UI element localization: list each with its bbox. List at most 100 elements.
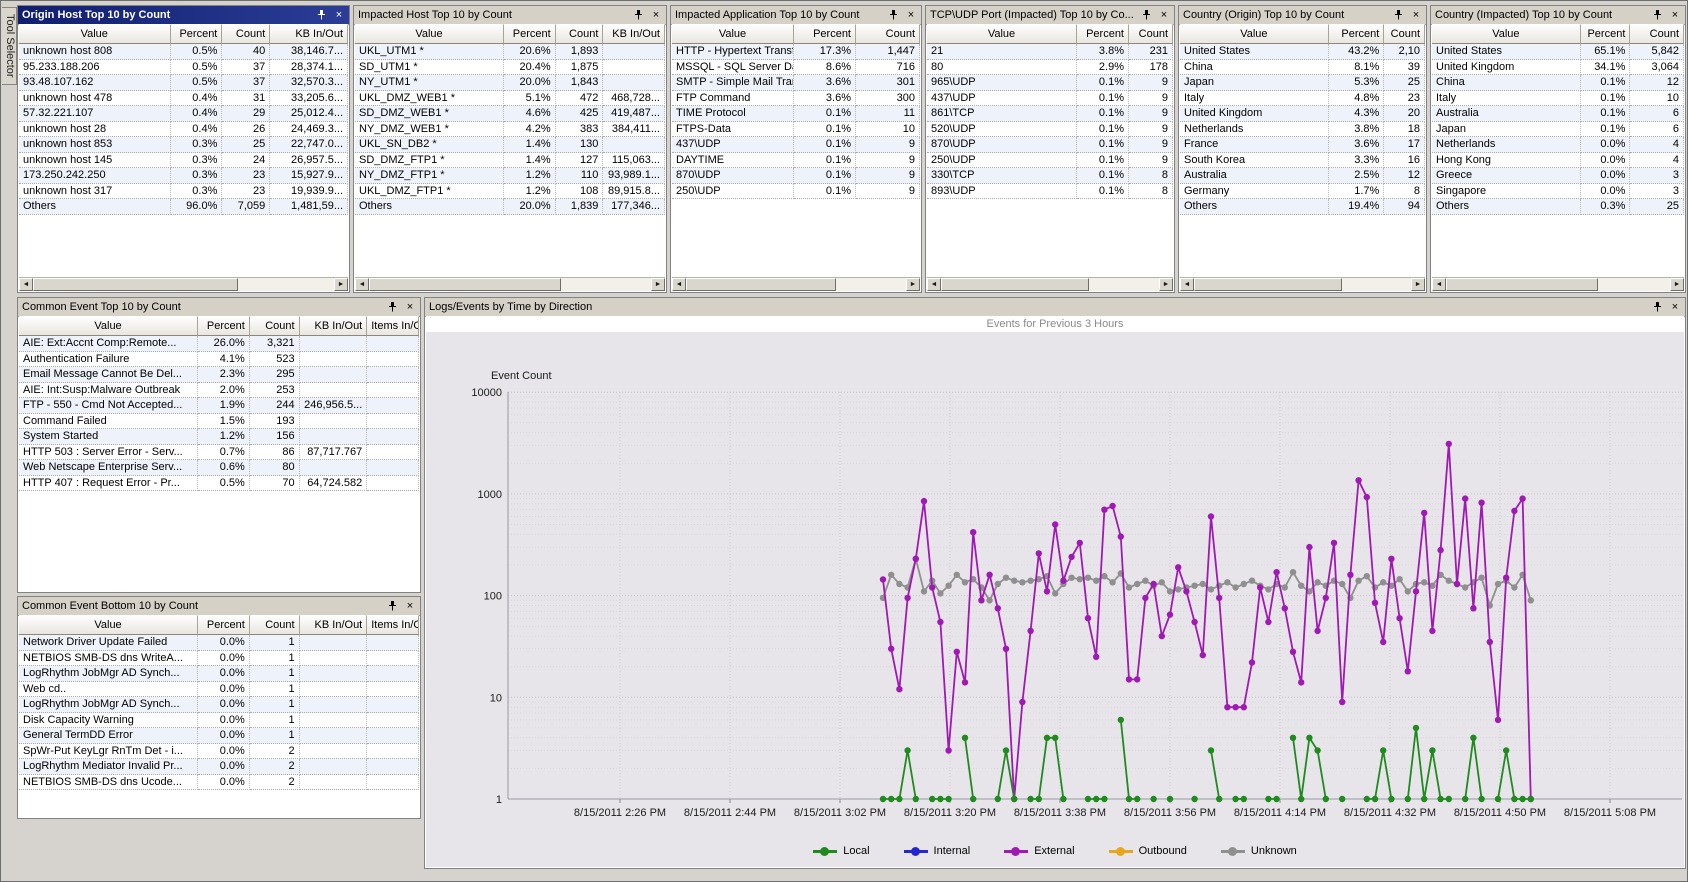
table-row[interactable]: Australia2.5%12 [1180, 168, 1425, 184]
table-row[interactable]: 437\UDP0.1%9 [672, 137, 920, 153]
table-row[interactable]: General TermDD Error0.0%1 [19, 728, 419, 744]
table-row[interactable]: NY_UTM1 *20.0%1,843 [355, 75, 665, 91]
legend-item-unknown[interactable]: Unknown [1221, 845, 1297, 857]
column-header[interactable]: Count [556, 24, 604, 44]
table-row[interactable]: Italy4.8%23 [1180, 91, 1425, 107]
close-icon[interactable]: × [1669, 9, 1681, 21]
horizontal-scrollbar[interactable]: ◄► [1180, 277, 1425, 291]
table-row[interactable]: Italy0.1%10 [1432, 91, 1684, 107]
pin-icon[interactable] [632, 9, 644, 21]
pin-icon[interactable] [1392, 9, 1404, 21]
column-header[interactable]: Percent [1077, 24, 1129, 44]
table-row[interactable]: Others20.0%1,839177,346... [355, 199, 665, 215]
table-row[interactable]: China0.1%12 [1432, 75, 1684, 91]
legend-item-local[interactable]: Local [813, 845, 869, 857]
column-header[interactable]: Items In/Out [367, 316, 419, 336]
table-row[interactable]: 437\UDP0.1%9 [927, 91, 1173, 107]
table-row[interactable]: 173.250.242.2500.3%2315,927.9... [19, 168, 348, 184]
table-row[interactable]: 95.233.188.2060.5%3728,374.1... [19, 60, 348, 76]
table-row[interactable]: FTPS-Data0.1%10 [672, 122, 920, 138]
table-row[interactable]: Japan5.3%25 [1180, 75, 1425, 91]
scroll-right-arrow[interactable]: ► [1411, 278, 1425, 291]
scroll-left-arrow[interactable]: ◄ [19, 278, 33, 291]
scroll-left-arrow[interactable]: ◄ [1180, 278, 1194, 291]
scrollbar-thumb[interactable] [33, 278, 238, 291]
column-header[interactable]: Count [1384, 24, 1425, 44]
horizontal-scrollbar[interactable]: ◄► [927, 277, 1173, 291]
scrollbar-thumb[interactable] [1194, 278, 1342, 291]
table-row[interactable]: 93.48.107.1620.5%3732,570.3... [19, 75, 348, 91]
column-header[interactable]: Value [1432, 24, 1581, 44]
table-row[interactable]: SD_UTM1 *20.4%1,875 [355, 60, 665, 76]
table-row[interactable]: NY_DMZ_WEB1 *4.2%383384,411... [355, 122, 665, 138]
scroll-left-arrow[interactable]: ◄ [1432, 278, 1446, 291]
table-row[interactable]: unknown host 280.4%2624,469.3... [19, 122, 348, 138]
scroll-right-arrow[interactable]: ► [906, 278, 920, 291]
table-row[interactable]: 213.8%231 [927, 44, 1173, 60]
table-row[interactable]: LogRhythm JobMgr AD Synch...0.0%1 [19, 697, 419, 713]
horizontal-scrollbar[interactable]: ◄► [672, 277, 920, 291]
tool-selector-tab[interactable]: Tool Selector [2, 7, 17, 85]
scrollbar-thumb[interactable] [686, 278, 836, 291]
scroll-right-arrow[interactable]: ► [1159, 278, 1173, 291]
scrollbar-track[interactable] [686, 278, 906, 291]
table-row[interactable]: 870\UDP0.1%9 [927, 137, 1173, 153]
table-row[interactable]: unknown host 1450.3%2426,957.5... [19, 153, 348, 169]
table-row[interactable]: AIE: Int:Susp:Malware Outbreak2.0%253 [19, 383, 419, 399]
legend-item-internal[interactable]: Internal [904, 845, 971, 857]
table-row[interactable]: Germany1.7%8 [1180, 184, 1425, 200]
legend-item-external[interactable]: External [1004, 845, 1074, 857]
column-header[interactable]: Value [672, 24, 794, 44]
table-row[interactable]: Australia0.1%6 [1432, 106, 1684, 122]
table-row[interactable]: Command Failed1.5%193 [19, 414, 419, 430]
table-row[interactable]: Others19.4%94 [1180, 199, 1425, 215]
column-header[interactable]: KB In/Out [300, 615, 368, 635]
scroll-right-arrow[interactable]: ► [334, 278, 348, 291]
table-row[interactable]: Hong Kong0.0%4 [1432, 153, 1684, 169]
table-row[interactable]: DAYTIME0.1%9 [672, 153, 920, 169]
column-header[interactable]: Count [856, 24, 920, 44]
table-row[interactable]: 250\UDP0.1%9 [927, 153, 1173, 169]
column-header[interactable]: Count [250, 615, 300, 635]
close-icon[interactable]: × [1158, 9, 1170, 21]
column-header[interactable]: KB In/Out [270, 24, 348, 44]
panel-titlebar[interactable]: Common Event Bottom 10 by Count× [18, 597, 420, 616]
panel-titlebar[interactable]: Country (Origin) Top 10 by Count× [1179, 6, 1426, 25]
table-row[interactable]: unknown host 3170.3%2319,939.9... [19, 184, 348, 200]
pin-icon[interactable] [386, 301, 398, 313]
column-header[interactable]: Count [1630, 24, 1684, 44]
column-header[interactable]: Count [250, 316, 300, 336]
table-row[interactable]: Japan0.1%6 [1432, 122, 1684, 138]
table-row[interactable]: 870\UDP0.1%9 [672, 168, 920, 184]
table-row[interactable]: 330\TCP0.1%8 [927, 168, 1173, 184]
table-row[interactable]: AIE: Ext:Accnt Comp:Remote...26.0%3,321 [19, 336, 419, 352]
panel-titlebar[interactable]: Origin Host Top 10 by Count× [18, 6, 349, 25]
close-icon[interactable]: × [404, 600, 416, 612]
close-icon[interactable]: × [404, 301, 416, 313]
table-row[interactable]: HTTP 407 : Request Error - Pr...0.5%7064… [19, 476, 419, 492]
table-row[interactable]: Authentication Failure4.1%523 [19, 352, 419, 368]
table-row[interactable]: SpWr-Put KeyLgr RnTm Det - i...0.0%2 [19, 744, 419, 760]
table-row[interactable]: Disk Capacity Warning0.0%1 [19, 713, 419, 729]
scroll-right-arrow[interactable]: ► [1670, 278, 1684, 291]
pin-icon[interactable] [386, 600, 398, 612]
close-icon[interactable]: × [650, 9, 662, 21]
table-row[interactable]: System Started1.2%156 [19, 429, 419, 445]
panel-titlebar[interactable]: TCP\UDP Port (Impacted) Top 10 by Co...× [926, 6, 1174, 25]
legend-item-outbound[interactable]: Outbound [1109, 845, 1187, 857]
table-row[interactable]: HTTP - Hypertext Transfer...17.3%1,447 [672, 44, 920, 60]
table-row[interactable]: United States43.2%2,10 [1180, 44, 1425, 60]
table-row[interactable]: 250\UDP0.1%9 [672, 184, 920, 200]
table-row[interactable]: China8.1%39 [1180, 60, 1425, 76]
scrollbar-thumb[interactable] [1446, 278, 1598, 291]
scrollbar-track[interactable] [1446, 278, 1670, 291]
scroll-left-arrow[interactable]: ◄ [672, 278, 686, 291]
table-row[interactable]: Others96.0%7,0591,481,59... [19, 199, 348, 215]
horizontal-scrollbar[interactable]: ◄► [1432, 277, 1684, 291]
column-header[interactable]: Count [1129, 24, 1173, 44]
table-row[interactable]: South Korea3.3%16 [1180, 153, 1425, 169]
table-row[interactable]: Netherlands0.0%4 [1432, 137, 1684, 153]
scroll-right-arrow[interactable]: ► [651, 278, 665, 291]
table-row[interactable]: UKL_SN_DB2 *1.4%130 [355, 137, 665, 153]
table-row[interactable]: SD_DMZ_FTP1 *1.4%127115,063... [355, 153, 665, 169]
